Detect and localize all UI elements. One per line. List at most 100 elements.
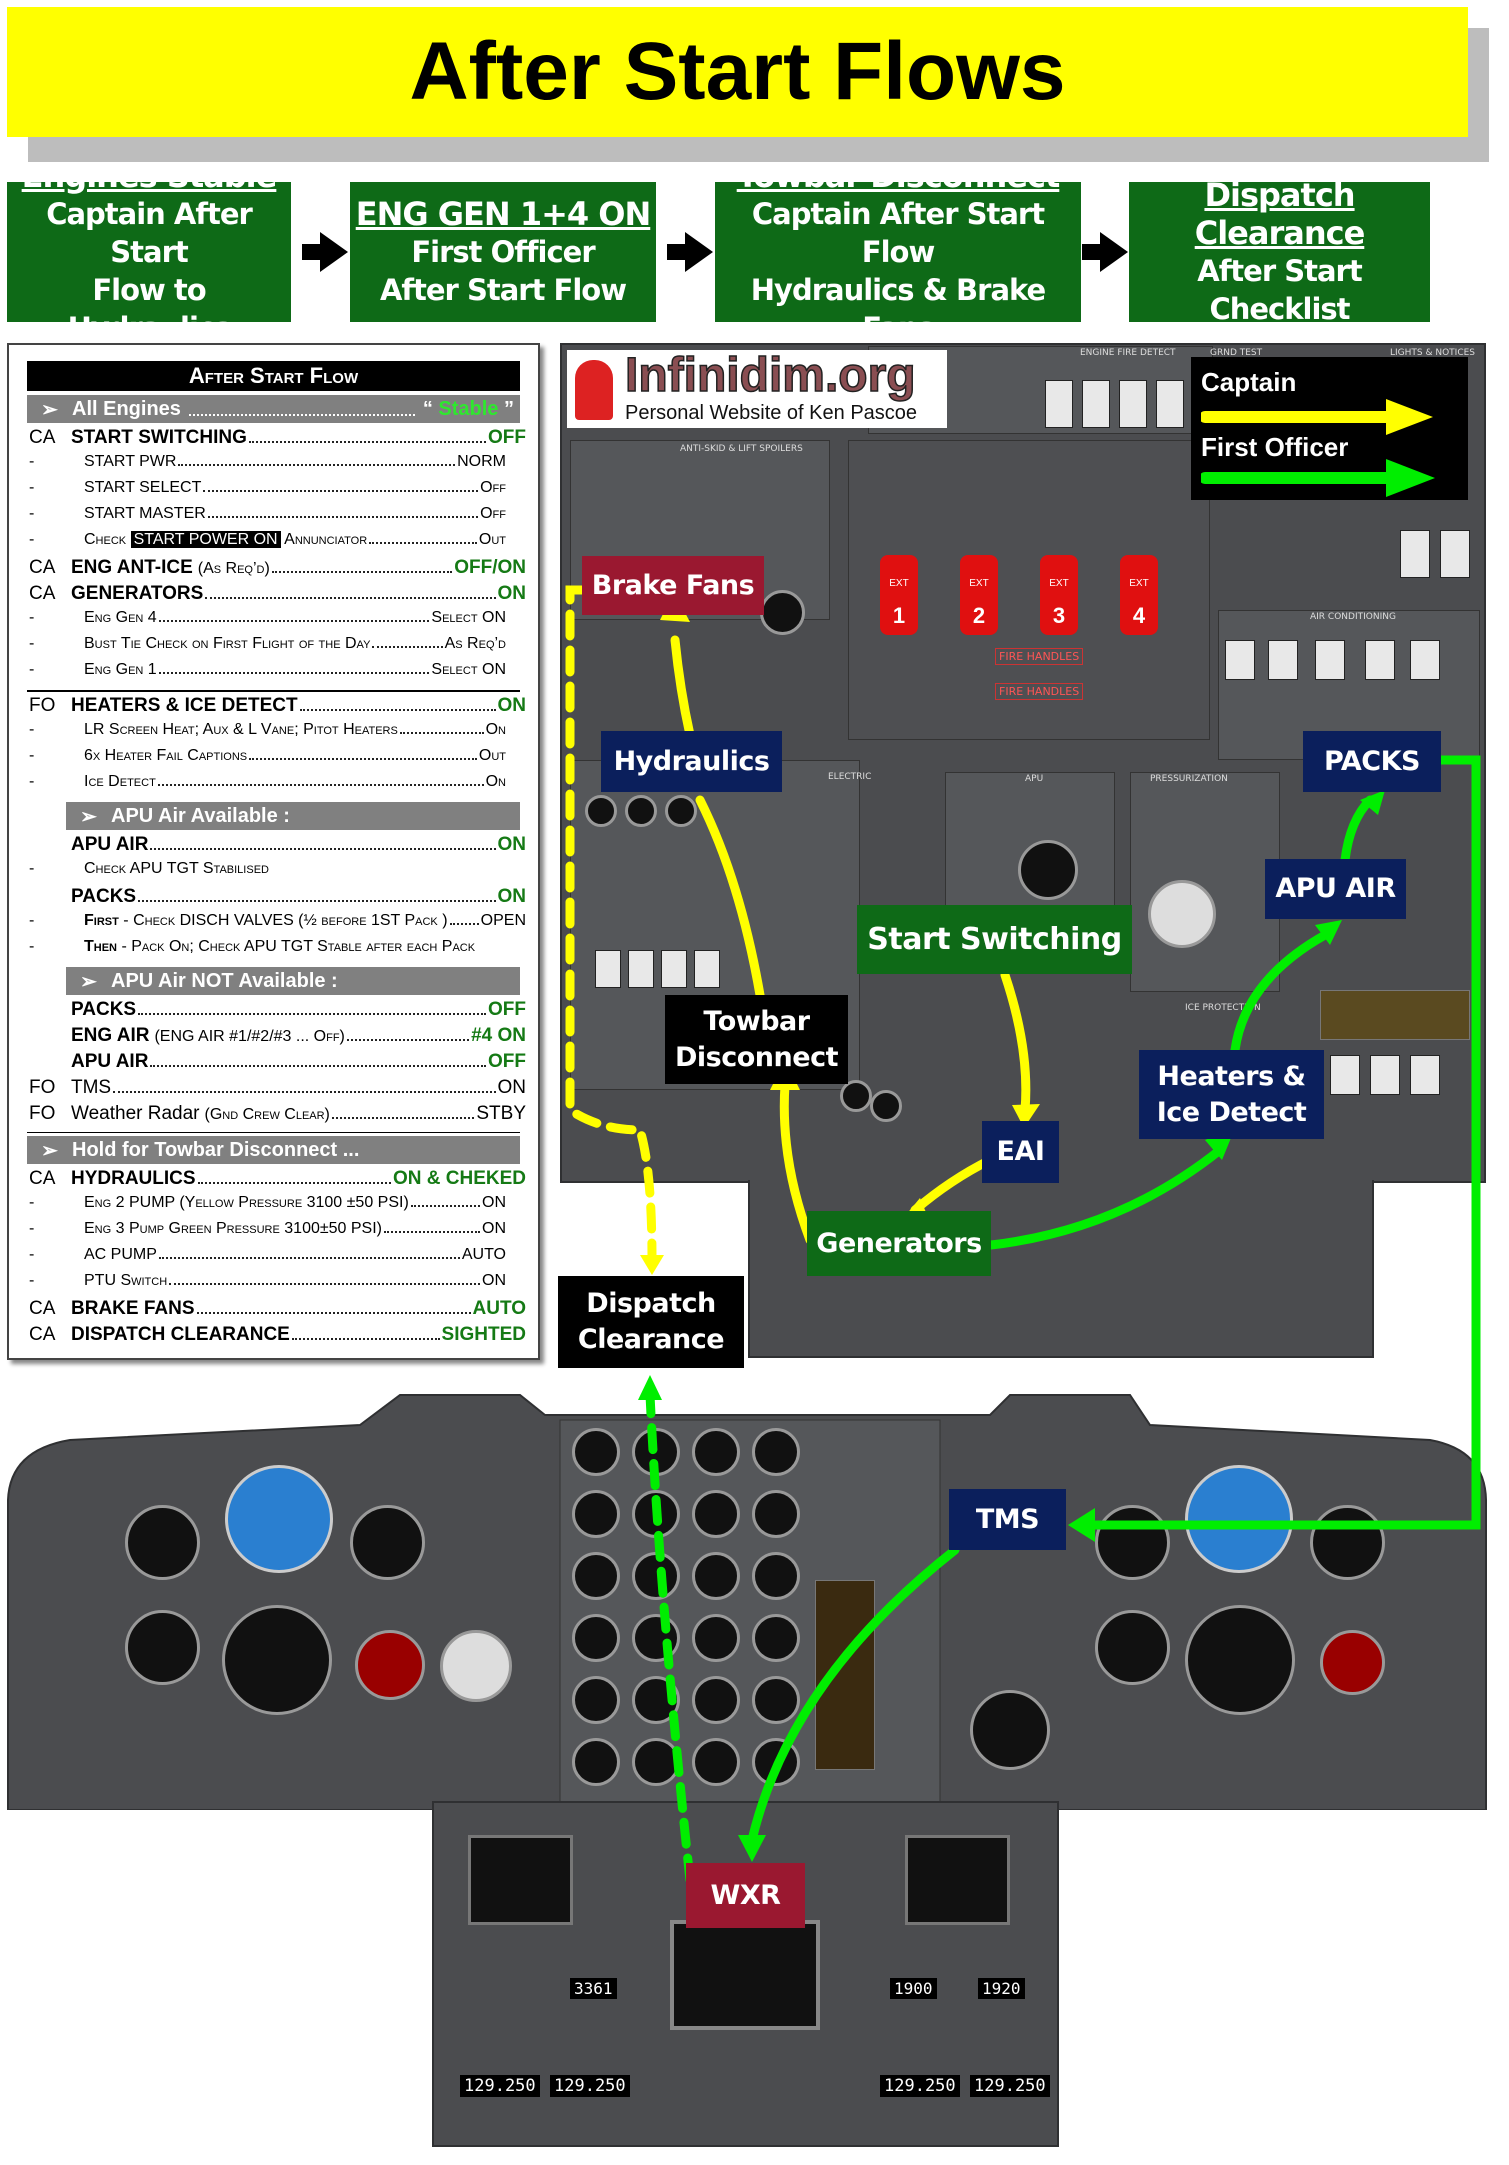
fire-loop-switch[interactable]	[1119, 380, 1147, 428]
flow-step-engines-stable: Engines Stable Captain After Start Flow …	[7, 157, 291, 345]
sub-item-value: On	[485, 721, 506, 738]
flow-step-heading: Dispatch Clearance	[1194, 176, 1366, 252]
sub-item-value: Off	[480, 479, 506, 496]
fire-handle-2[interactable]: EXT 2	[960, 555, 998, 635]
sub-item-value: NORM	[457, 453, 506, 470]
checklist-sub-item: -6x Heater Fail Captions Out	[29, 747, 506, 764]
callout-eai: EAI	[982, 1121, 1059, 1183]
fire-handle-1[interactable]: EXT 1	[880, 555, 918, 635]
fire-handle-3[interactable]: EXT 3	[1040, 555, 1078, 635]
checklist-sub-item: - Eng 2 PUMP (Yellow Pressure 3100 ±50 PS…	[29, 1194, 506, 1211]
sub-item-label: Ice Detect	[84, 773, 156, 790]
sub-item-value: AUTO	[461, 1246, 506, 1263]
flow-step-line: After Start Checklist	[1197, 254, 1362, 326]
callout-towbar-disconnect: Towbar Disconnect	[665, 995, 848, 1084]
checklist-sub-item: - START MASTER Off	[29, 505, 506, 522]
item-label: ENG AIR	[71, 1025, 150, 1046]
hyd-gauge	[665, 795, 697, 827]
checklist-item-weather-radar: FO Weather Radar (Gnd Crew Clear) STBY	[21, 1103, 526, 1129]
engine-gauge	[632, 1738, 680, 1786]
infinidim-logo: Infinidim.org Personal Website of Ken Pa…	[567, 349, 947, 428]
role-label: CA	[29, 427, 56, 448]
item-note: (Gnd Crew Clear)	[204, 1106, 330, 1123]
sub-item-label: Eng Gen 4	[84, 609, 157, 626]
engine-gauge	[692, 1614, 740, 1662]
cartoon-avatar-icon	[575, 360, 613, 420]
sub-item-label: START PWR	[84, 453, 177, 470]
logo-name: Infinidim.org	[624, 349, 916, 403]
role-label: CA	[29, 1168, 56, 1189]
flow-arrow-icon	[302, 232, 348, 272]
engine-gauge	[572, 1552, 620, 1600]
checklist-sub-item: - PTU Switch ON	[29, 1272, 506, 1289]
right-mcdu-screen	[905, 1835, 1010, 1925]
fire-loop-switch[interactable]	[1082, 380, 1110, 428]
item-label: GENERATORS	[71, 583, 204, 604]
stable-value: “ Stable ”	[422, 397, 514, 420]
item-value: SIGHTED	[441, 1324, 526, 1345]
vhf-frequency-display: 129.250	[970, 2075, 1050, 2097]
flow-step-heading: Engines Stable	[21, 157, 278, 195]
sub-item-value: Select ON	[431, 661, 506, 678]
ice-switch[interactable]	[1410, 1055, 1440, 1095]
fire-handle-4[interactable]: EXT 4	[1120, 555, 1158, 635]
callout-packs: PACKS	[1303, 731, 1441, 792]
fire-loop-switch[interactable]	[1045, 380, 1073, 428]
ac-switch[interactable]	[1365, 640, 1395, 680]
flow-step-dispatch: Dispatch Clearance After Start Checklist	[1129, 176, 1430, 326]
checklist-sub-item: - AC PUMP AUTO	[29, 1246, 506, 1263]
clock-gauge	[970, 1690, 1050, 1770]
fuel-switch[interactable]	[661, 950, 687, 988]
callout-brake-fans: Brake Fans	[582, 556, 764, 615]
weather-radar-screen	[670, 1920, 820, 2030]
sub-item-label: START SELECT	[84, 479, 202, 496]
sub-item-value: Off	[480, 505, 506, 522]
fuel-switch[interactable]	[595, 950, 621, 988]
ac-switch[interactable]	[1225, 640, 1255, 680]
panel-label: ICE PROTECTION	[1185, 1003, 1261, 1013]
fire-loop-switch[interactable]	[1156, 380, 1184, 428]
checklist-item-dispatch-clearance: CA DISPATCH CLEARANCE SIGHTED	[21, 1324, 526, 1350]
checklist-sub-item: - START PWR NORM	[29, 453, 506, 470]
ice-switch[interactable]	[1370, 1055, 1400, 1095]
atc-code-display: 3361	[570, 1978, 617, 1999]
lights-switch[interactable]	[1440, 530, 1470, 578]
fuel-switch[interactable]	[694, 950, 720, 988]
lights-switch[interactable]	[1400, 530, 1430, 578]
checklist-item-generators: CA GENERATORS ON	[21, 583, 526, 609]
flow-step-line: Captain After Start Flow	[751, 197, 1045, 269]
bar-label: All Engines	[72, 397, 181, 420]
bar-label: APU Air Available :	[111, 804, 290, 827]
section-apu-air-not-available: ➢ APU Air NOT Available :	[66, 967, 520, 995]
engine-gauge	[752, 1428, 800, 1476]
engine-gauge	[692, 1738, 740, 1786]
fo-airspeed-gauge	[1095, 1505, 1170, 1580]
item-label: PACKS	[71, 886, 137, 907]
panel-label: APU	[1025, 774, 1044, 784]
item-note: (As Req’d)	[197, 560, 270, 577]
fo-hsi	[1185, 1605, 1295, 1715]
fuel-switch[interactable]	[628, 950, 654, 988]
role-label: CA	[29, 1324, 56, 1345]
vhf-frequency-display: 129.250	[880, 2075, 960, 2097]
checklist-item-hydraulics: CA HYDRAULICS ON & CHEKED	[21, 1168, 526, 1194]
ice-switch[interactable]	[1330, 1055, 1360, 1095]
green-arrow-icon	[1201, 459, 1435, 497]
role-label: FO	[29, 1103, 56, 1124]
ac-switch[interactable]	[1315, 640, 1345, 680]
flow-step-line: Hydraulics & Brake Fans	[750, 273, 1046, 345]
callout-tms: TMS	[949, 1489, 1066, 1550]
item-label: APU AIR	[71, 1051, 149, 1072]
flow-step-eng-gen: ENG GEN 1+4 ON First Officer After Start…	[350, 182, 656, 322]
vhf-frequency-display: 129.250	[550, 2075, 630, 2097]
arrowhead-icon: ➢	[41, 1139, 58, 1162]
annunciator-panel	[1320, 990, 1470, 1040]
ac-switch[interactable]	[1268, 640, 1298, 680]
hyd-gauge	[585, 795, 617, 827]
item-label: HEATERS & ICE DETECT	[71, 695, 298, 716]
ac-switch[interactable]	[1410, 640, 1440, 680]
divider	[27, 690, 520, 692]
adf-display: 1920	[978, 1978, 1025, 1999]
engine-gauge	[692, 1552, 740, 1600]
item-value: OFF	[488, 427, 526, 448]
